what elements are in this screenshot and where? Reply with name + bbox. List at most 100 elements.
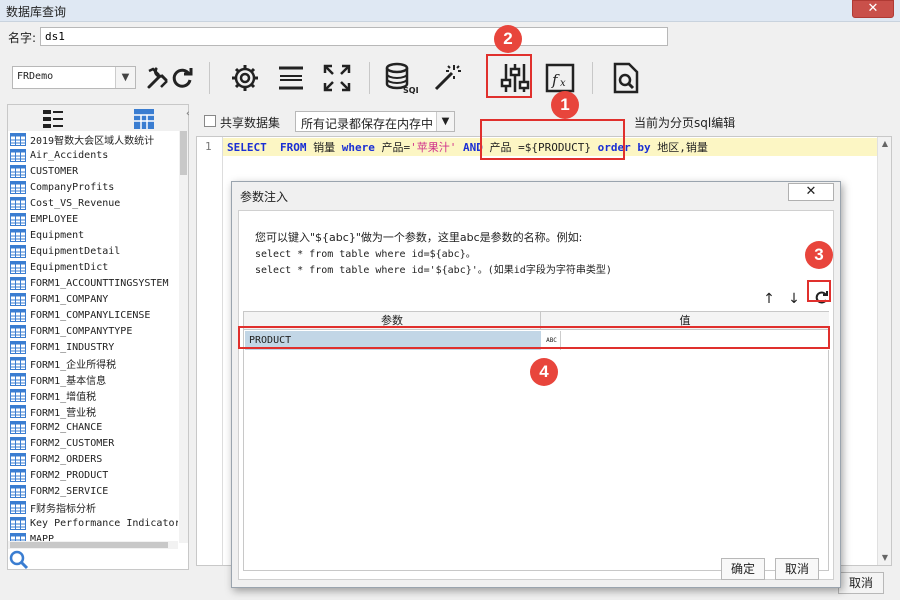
table-name: Equipment [30, 229, 85, 241]
svg-text:SQL: SQL [403, 86, 418, 94]
main-cancel-button[interactable]: 取消 [838, 572, 884, 594]
search-icon[interactable] [9, 550, 29, 570]
table-name: FORM2_PRODUCT [30, 469, 109, 481]
table-icon [10, 180, 26, 194]
list-item[interactable]: FORM1_基本信息 [8, 371, 178, 387]
table-name: MAPP [30, 533, 55, 542]
table-list-scrollbar[interactable] [179, 131, 188, 543]
table-list: 2019智数大会区域人数统计 Air_Accidents CUSTOMER Compa… [8, 131, 178, 541]
memory-mode-value: 所有记录都保存在内存中 [301, 117, 434, 131]
list-item[interactable]: CompanyProfits [8, 179, 178, 195]
name-input[interactable] [40, 27, 668, 46]
list-item[interactable]: FORM1_企业所得税 [8, 355, 178, 371]
fullscreen-icon[interactable] [319, 60, 355, 96]
scroll-up-icon[interactable]: ▲ [878, 137, 892, 151]
window-close-button[interactable]: ✕ [852, 0, 894, 18]
list-item[interactable]: FORM1_营业税 [8, 403, 178, 419]
sql-text[interactable]: SELECT FROM 销量 where 产品='苹果汁' AND 产品 =${… [227, 139, 708, 155]
database-select[interactable]: FRDemo ▼ [12, 66, 136, 89]
table-list-hscrollbar[interactable] [8, 541, 178, 549]
parameter-injection-dialog: 参数注入 ✕ 您可以键入"${abc}"做为一个参数，这里abc是参数的名称。例… [231, 181, 841, 588]
dialog-close-button[interactable]: ✕ [788, 183, 834, 201]
list-item[interactable]: EquipmentDict [8, 259, 178, 275]
preview-search-icon[interactable] [608, 60, 644, 96]
table-icon [10, 436, 26, 450]
list-view-icon[interactable] [42, 108, 64, 130]
table-list-panel: ‹ 2019智数大会区域人数统计 Air_Accidents CUSTOMER Com… [7, 104, 190, 570]
settings-gear-icon[interactable] [227, 60, 263, 96]
list-item[interactable]: Cost_VS_Revenue [8, 195, 178, 211]
share-dataset-checkbox[interactable] [204, 115, 216, 127]
editor-scrollbar[interactable]: ▲ ▼ [877, 137, 891, 565]
table-icon [10, 372, 26, 386]
parameter-table: 参数 值 PRODUCT ABC [243, 311, 831, 571]
list-item[interactable]: Air_Accidents [8, 147, 178, 163]
table-icon [10, 244, 26, 258]
list-item[interactable]: CUSTOMER [8, 163, 178, 179]
list-item[interactable]: Key Performance Indicator [8, 515, 178, 531]
list-item[interactable]: EquipmentDetail [8, 243, 178, 259]
chevron-left-icon[interactable]: ‹ [186, 109, 190, 119]
list-item[interactable]: 2019智数大会区域人数统计 [8, 131, 178, 147]
table-name: EquipmentDict [30, 261, 109, 273]
move-down-icon[interactable]: ↓ [784, 289, 804, 309]
list-item[interactable]: FORM2_SERVICE [8, 483, 178, 499]
table-name: FORM2_CUSTOMER [30, 437, 115, 449]
refresh-highlight [807, 280, 831, 302]
dialog-cancel-button[interactable]: 取消 [775, 558, 819, 580]
table-name: 2019智数大会区域人数统计 [30, 135, 155, 147]
table-name: FORM1_企业所得税 [30, 359, 117, 371]
name-label: 名字: [8, 31, 37, 45]
list-item[interactable]: FORM2_PRODUCT [8, 467, 178, 483]
line-gutter: 1 [197, 137, 223, 565]
toolbar: FRDemo ▼ SQL fx [0, 52, 900, 104]
list-item[interactable]: EMPLOYEE [8, 211, 178, 227]
table-icon [10, 164, 26, 178]
table-name: FORM1_INDUSTRY [30, 341, 115, 353]
table-name: CUSTOMER [30, 165, 79, 177]
table-icon [10, 276, 26, 290]
toolbar-separator [592, 62, 593, 94]
list-item[interactable]: FORM2_CUSTOMER [8, 435, 178, 451]
list-item[interactable]: F财务指标分析 [8, 499, 178, 515]
sql-database-icon[interactable]: SQL [383, 60, 419, 96]
magic-wand-icon[interactable] [429, 60, 465, 96]
table-icon [10, 468, 26, 482]
ok-button[interactable]: 确定 [721, 558, 765, 580]
move-up-icon[interactable]: ↑ [759, 289, 779, 309]
sql-keyword: FROM [280, 141, 307, 154]
svg-text:f: f [551, 71, 560, 89]
table-name: FORM1_增值税 [30, 391, 97, 403]
chevron-down-icon: ▼ [436, 112, 454, 131]
list-item[interactable]: FORM1_COMPANY [8, 291, 178, 307]
list-item[interactable]: FORM2_CHANCE [8, 419, 178, 435]
scrollbar-thumb[interactable] [10, 542, 168, 548]
table-name: FORM1_COMPANYTYPE [30, 325, 133, 337]
list-item[interactable]: FORM1_COMPANYTYPE [8, 323, 178, 339]
scroll-down-icon[interactable]: ▼ [878, 551, 892, 565]
list-item[interactable]: FORM2_ORDERS [8, 451, 178, 467]
table-view-icon[interactable] [133, 108, 155, 130]
list-item[interactable]: FORM1_ACCOUNTTINGSYSTEM [8, 275, 178, 291]
list-item[interactable]: FORM1_COMPANYLICENSE [8, 307, 178, 323]
scrollbar-thumb[interactable] [180, 131, 187, 175]
list-item[interactable]: FORM1_INDUSTRY [8, 339, 178, 355]
memory-mode-select[interactable]: 所有记录都保存在内存中 ▼ [295, 111, 455, 132]
window-title: 数据库查询 [6, 5, 67, 19]
dialog-title: 参数注入 [240, 190, 289, 204]
refresh-icon[interactable] [164, 60, 200, 96]
sql-string: '苹果汁' [410, 141, 457, 154]
list-item[interactable]: Equipment [8, 227, 178, 243]
list-item[interactable]: MAPP [8, 531, 178, 541]
table-name: EquipmentDetail [30, 245, 121, 257]
dialog-body: 您可以键入"${abc}"做为一个参数，这里abc是参数的名称。例如: sele… [238, 210, 834, 580]
list-item[interactable]: FORM1_增值税 [8, 387, 178, 403]
sql-keyword: where [341, 141, 375, 154]
row-layout-icon[interactable] [273, 60, 309, 96]
parameter-row-highlight [238, 326, 830, 349]
table-icon [10, 212, 26, 226]
table-icon [10, 260, 26, 274]
table-name: FORM2_SERVICE [30, 485, 109, 497]
table-name: FORM2_ORDERS [30, 453, 103, 465]
table-icon [10, 452, 26, 466]
